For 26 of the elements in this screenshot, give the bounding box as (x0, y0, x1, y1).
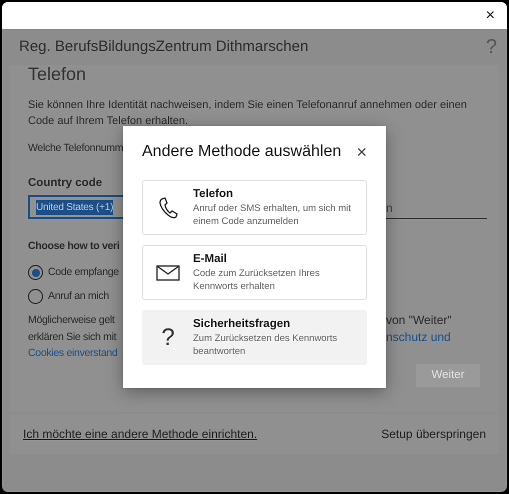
country-label: Country code (28, 176, 102, 191)
notice-text: erklären Sie sich mit (28, 330, 116, 345)
privacy-link[interactable]: nschutz und (386, 328, 451, 346)
notice-text: von "Weiter" (386, 312, 452, 329)
skip-setup-button[interactable]: Setup überspringen (381, 425, 486, 443)
dialog-title: Andere Methode auswählen (142, 142, 342, 162)
method-option[interactable]: E-Mail Code zum Zurücksetzen Ihres Kennworts erhalten (142, 245, 367, 300)
close-button[interactable]: × (486, 8, 495, 24)
phone-icon (158, 196, 178, 218)
method-option[interactable]: Telefon Anruf oder SMS erhalten, um sich mit einem Code anzumelden (142, 180, 367, 235)
intro-text: Sie können Ihre Identität nachweisen, indem Sie einen Telefonanruf annehmen oder einen Code auf Ihrem Telefon erhalten. (28, 98, 468, 129)
privacy-link[interactable]: Cookies einverstand (28, 345, 118, 362)
question-text: Welche Telefonnumm (28, 141, 124, 156)
close-button[interactable]: × (356, 143, 367, 161)
method-label: Choose how to veri (28, 239, 120, 254)
radio-button[interactable] (28, 265, 43, 280)
notice-text: Möglicherweise gelt (28, 313, 115, 328)
radio-label: Anruf an mich (48, 288, 109, 304)
radio-label: Code empfange (48, 264, 119, 280)
other-method-link[interactable]: Ich möchte eine andere Methode einrichten. (23, 425, 258, 443)
page-heading: Telefon (28, 65, 86, 84)
radio-button[interactable] (28, 288, 43, 304)
window-title: Reg. BerufsBildungsZentrum Dithmarschen (19, 36, 308, 57)
envelope-icon (156, 264, 180, 280)
question-mark-icon: ? (161, 326, 175, 350)
method-option[interactable]: ? Sicherheitsfragen Zum Zurücksetzen des Kennworts beantworten (142, 310, 367, 365)
